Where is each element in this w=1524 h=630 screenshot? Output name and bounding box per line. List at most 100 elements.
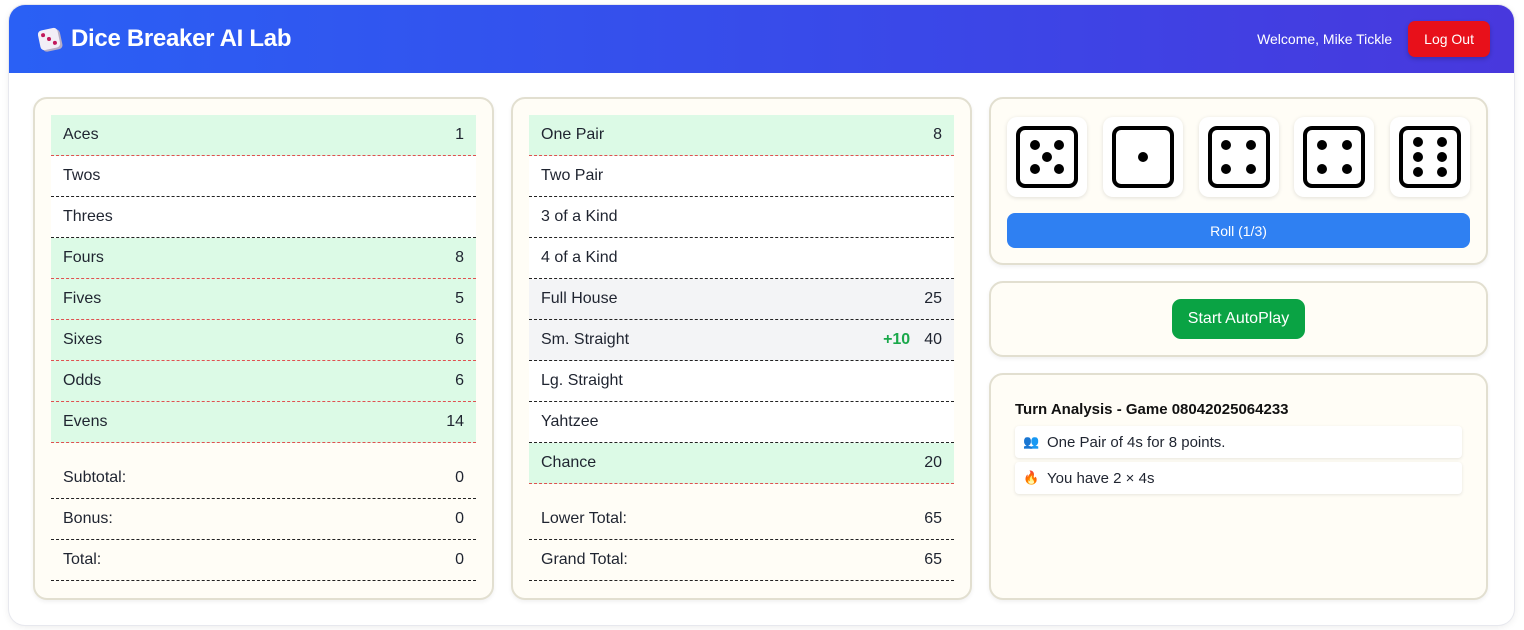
category-label: Full House [541, 290, 618, 307]
total-value: 0 [455, 551, 464, 568]
category-label: One Pair [541, 126, 605, 143]
category-label: Evens [63, 413, 108, 430]
lower-total-value: 65 [924, 510, 942, 527]
die-pip [1316, 164, 1327, 175]
category-label: Sixes [63, 331, 103, 348]
category-label: 3 of a Kind [541, 208, 618, 225]
total-row: Total: 0 [51, 540, 476, 581]
die-pip [1245, 164, 1256, 175]
score-row-3-of-a-kind[interactable]: 3 of a Kind [529, 197, 954, 238]
category-score: 6 [455, 372, 464, 389]
subtotal-label: Subtotal: [63, 469, 127, 486]
score-row-full-house[interactable]: Full House 25 [529, 279, 954, 320]
category-values: +10 40 [883, 331, 942, 349]
die-pip [1437, 167, 1448, 178]
die-four-icon [1303, 126, 1366, 188]
category-score: 8 [455, 249, 464, 266]
category-values: 8 [933, 126, 942, 144]
die-pip [1137, 152, 1148, 162]
welcome-text: Welcome, Mike Tickle [1257, 31, 1393, 47]
bonus-row: Bonus: 0 [51, 499, 476, 540]
category-label: Sm. Straight [541, 331, 630, 348]
lower-total-row: Lower Total: 65 [529, 499, 954, 540]
score-row-two-pair[interactable]: Two Pair [529, 156, 954, 197]
score-row-chance[interactable]: Chance 20 [529, 443, 954, 484]
die-3[interactable] [1198, 117, 1279, 197]
lower-scorecard: One Pair 8 Two Pair 3 of a Kind 4 of a Kind F… [511, 97, 972, 600]
category-score: 20 [924, 454, 942, 471]
score-row-sm-straight[interactable]: Sm. Straight +10 40 [529, 320, 954, 361]
autoplay-panel: Start AutoPlay [989, 281, 1488, 357]
category-label: Threes [63, 208, 113, 225]
die-1[interactable] [1007, 117, 1087, 197]
score-row-odds[interactable]: Odds 6 [51, 361, 476, 402]
die-pip [1029, 139, 1040, 150]
category-score: 8 [933, 126, 942, 143]
die-pip [1029, 164, 1040, 175]
grand-total-row: Grand Total: 65 [529, 540, 954, 581]
app-title: Dice Breaker AI Lab [71, 25, 292, 52]
category-label: Odds [63, 372, 102, 389]
analysis-message-text: One Pair of 4s for 8 points. [1047, 433, 1226, 451]
score-row-twos[interactable]: Twos [51, 156, 476, 197]
score-row-yahtzee[interactable]: Yahtzee [529, 402, 954, 443]
score-row-fives[interactable]: Fives 5 [51, 279, 476, 320]
top-header: Dice Breaker AI Lab Welcome, Mike Tickle… [9, 5, 1514, 73]
bonus-label: Bonus: [63, 510, 113, 527]
category-label: Yahtzee [541, 413, 599, 430]
subtotal-value: 0 [455, 469, 464, 486]
die-pip [1412, 136, 1423, 147]
die-pip [1341, 164, 1352, 175]
score-row-threes[interactable]: Threes [51, 197, 476, 238]
category-score: 5 [455, 290, 464, 307]
category-values: 20 [924, 454, 942, 472]
roll-button[interactable]: Roll (1/3) [1007, 213, 1470, 248]
dice-panel: Roll (1/3) [989, 97, 1488, 265]
score-row-aces[interactable]: Aces 1 [51, 115, 476, 156]
category-label: 4 of a Kind [541, 249, 618, 266]
die-pip [1437, 136, 1448, 147]
die-pip [1437, 152, 1448, 162]
die-pip [1412, 152, 1423, 162]
bonus-tag: +10 [883, 331, 911, 348]
score-row-evens[interactable]: Evens 14 [51, 402, 476, 443]
category-score: 14 [446, 413, 464, 430]
die-pip [1054, 164, 1065, 175]
upper-scorecard: Aces 1 Twos Threes Fours 8 Fives 5 Sixes 6 Odds 6 Ev… [33, 97, 494, 600]
die-pip [1221, 164, 1232, 175]
category-values: 25 [924, 290, 942, 308]
pair-people-icon: 👥 [1023, 434, 1040, 449]
lower-total-label: Lower Total: [541, 510, 627, 527]
die-5[interactable] [1390, 117, 1470, 197]
grand-total-label: Grand Total: [541, 551, 628, 568]
analysis-message: 🔥 You have 2 × 4s [1015, 462, 1462, 494]
die-five-icon [1016, 126, 1078, 188]
die-pip [1221, 139, 1232, 150]
die-4[interactable] [1294, 117, 1375, 197]
score-row-lg-straight[interactable]: Lg. Straight [529, 361, 954, 402]
score-row-sixes[interactable]: Sixes 6 [51, 320, 476, 361]
die-2[interactable] [1102, 117, 1183, 197]
die-four-icon [1207, 126, 1270, 188]
analysis-title: Turn Analysis - Game 08042025064233 [1015, 401, 1289, 418]
start-autoplay-button[interactable]: Start AutoPlay [1171, 299, 1306, 339]
die-pip [1245, 139, 1256, 150]
category-label: Fives [63, 290, 102, 307]
category-label: Twos [63, 167, 101, 184]
score-row-fours[interactable]: Fours 8 [51, 238, 476, 279]
user-area: Welcome, Mike Tickle Log Out [1257, 21, 1490, 57]
die-six-icon [1399, 126, 1461, 188]
category-score: 1 [455, 126, 464, 143]
subtotal-row: Subtotal: 0 [51, 458, 476, 499]
total-label: Total: [63, 551, 102, 568]
die-pip [1412, 167, 1423, 178]
category-label: Two Pair [541, 167, 604, 184]
turn-analysis-panel: Turn Analysis - Game 08042025064233 👥 One… [989, 373, 1488, 600]
logout-button[interactable]: Log Out [1408, 21, 1490, 57]
score-row-one-pair[interactable]: One Pair 8 [529, 115, 954, 156]
bonus-value: 0 [455, 510, 464, 527]
die-pip [1042, 152, 1052, 162]
analysis-message-text: You have 2 × 4s [1047, 469, 1155, 487]
score-row-4-of-a-kind[interactable]: 4 of a Kind [529, 238, 954, 279]
category-label: Aces [63, 126, 99, 143]
